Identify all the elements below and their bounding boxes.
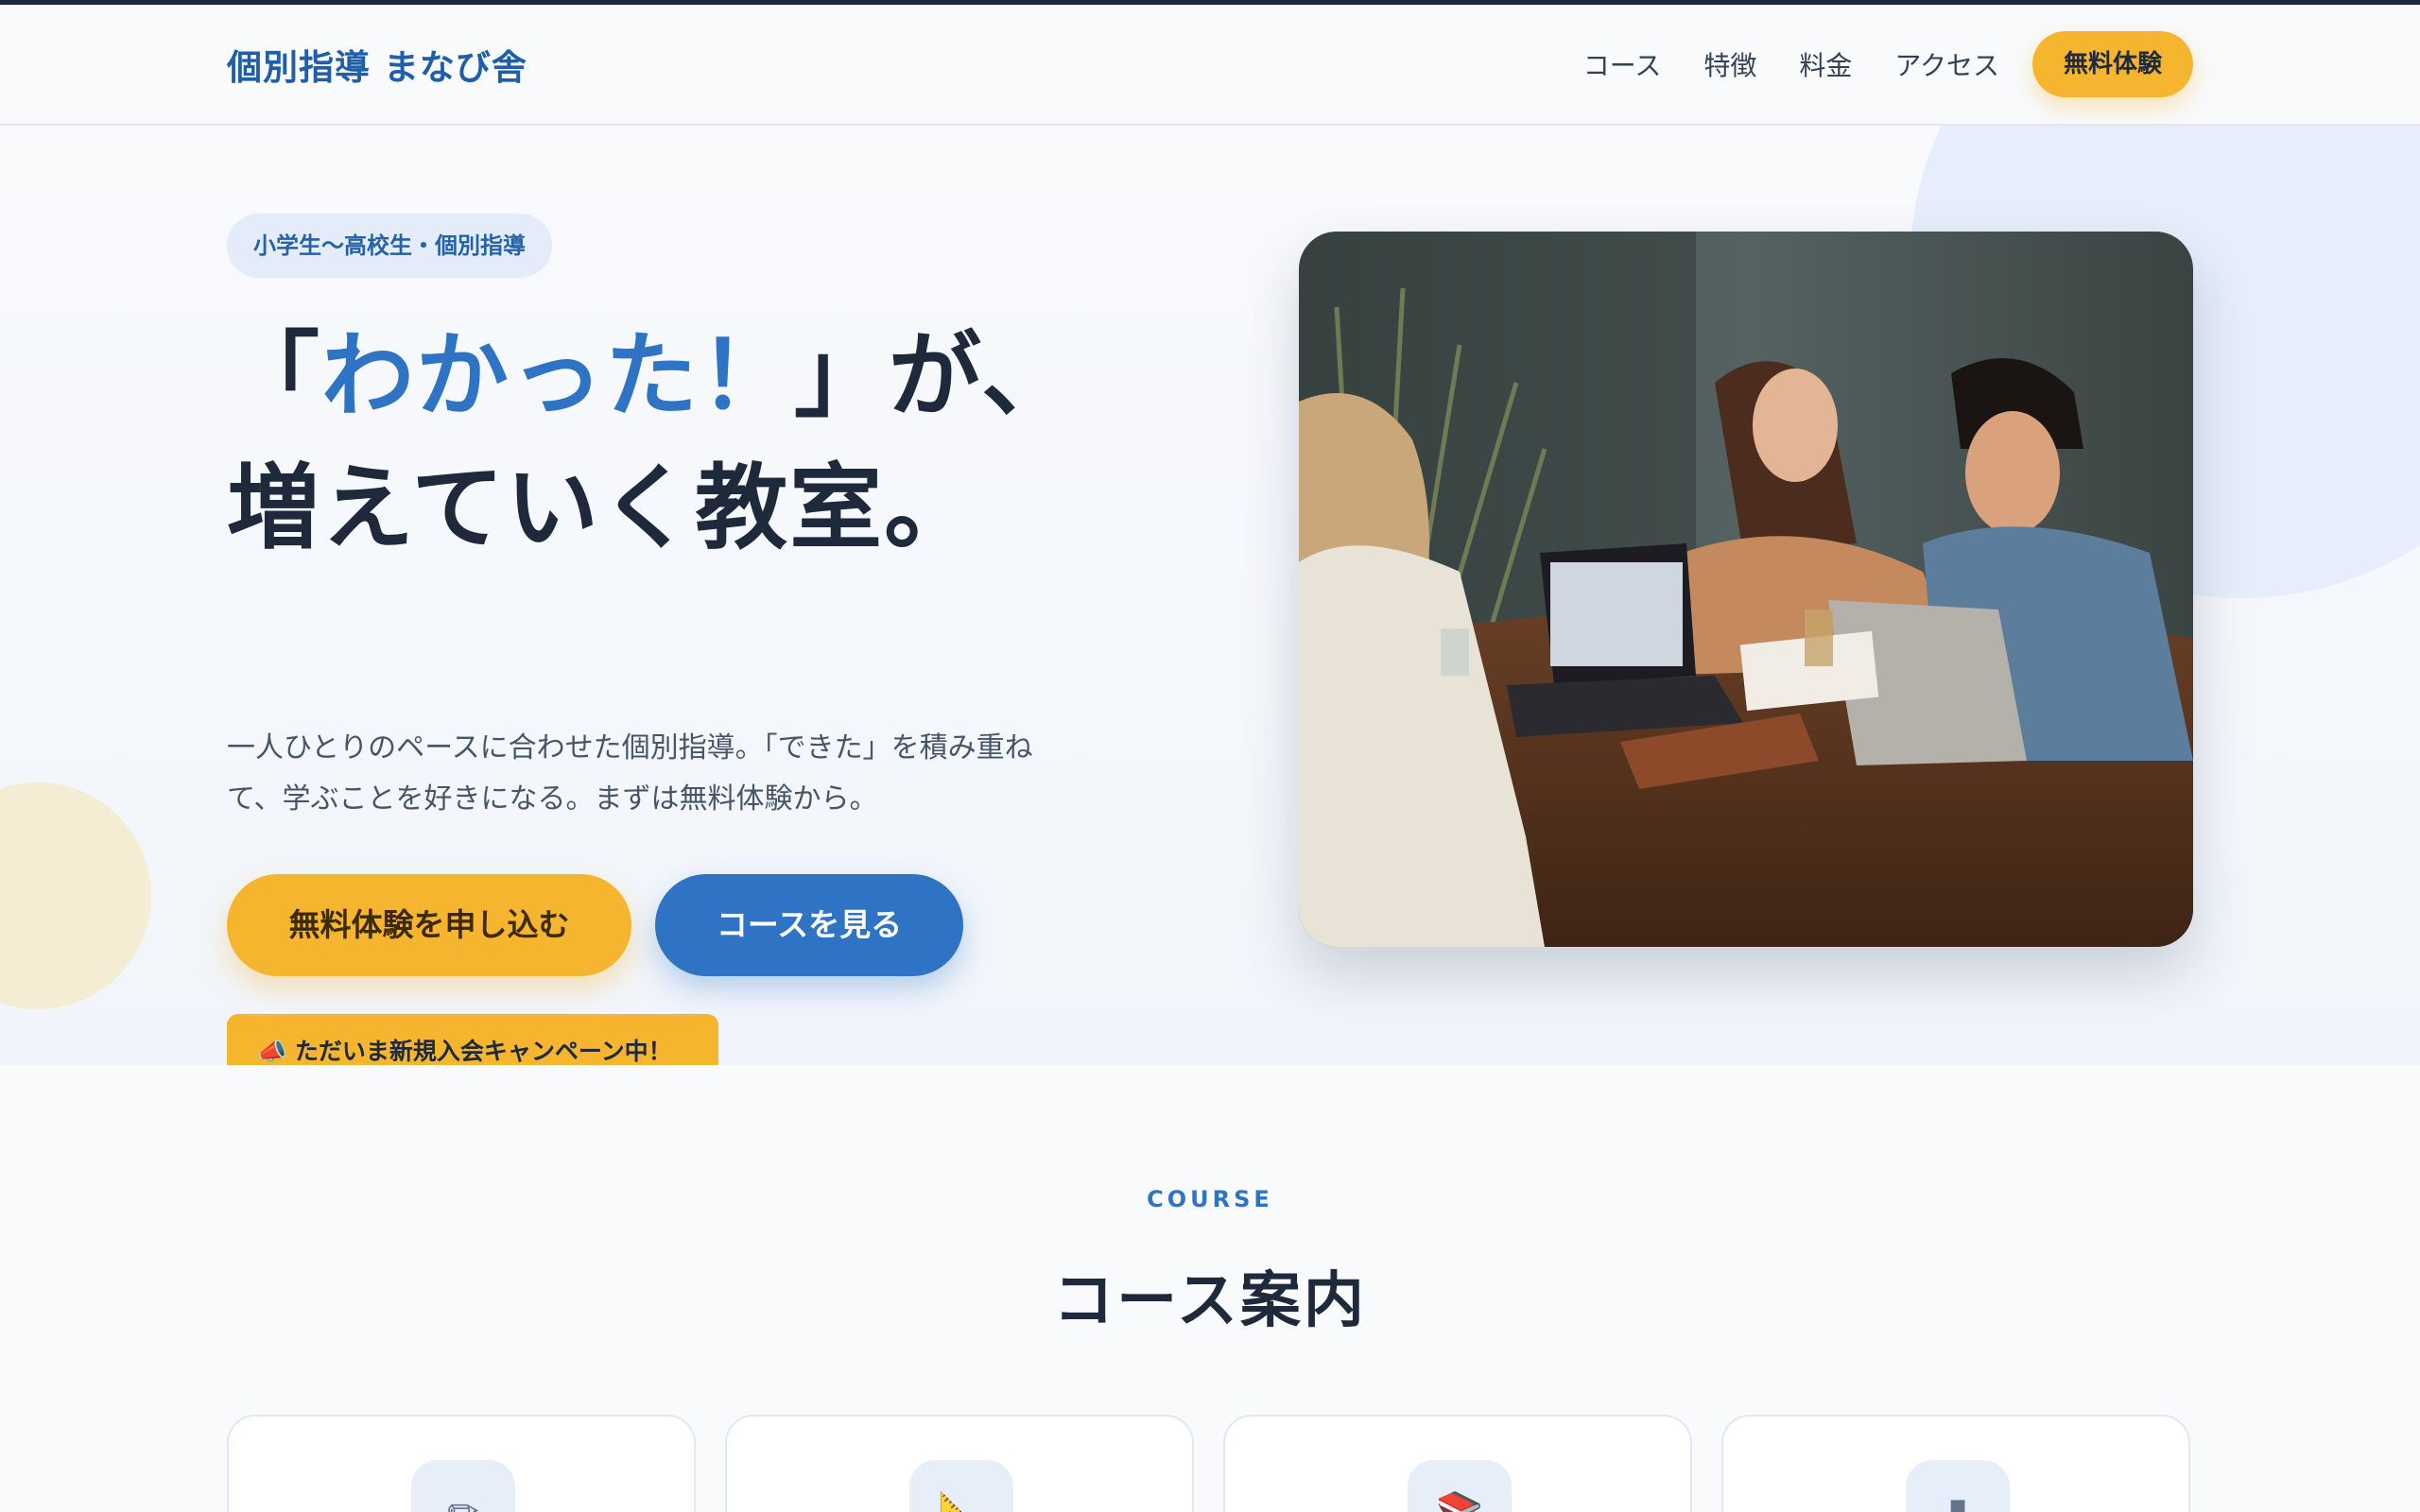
section-label: COURSE [1147,1186,1273,1212]
nav-link-features[interactable]: 特徴 [1703,45,1756,83]
campaign-banner[interactable]: 📣 ただいま新規入会キャンペーン中！ [227,1014,718,1065]
title-highlight: わかった！ [321,310,795,442]
header-trial-button[interactable]: 無料体験 [2031,31,2193,97]
section-title: コース案内 [1053,1266,1367,1336]
course-card[interactable]: 📚 [1223,1415,1692,1512]
pencil-icon: ✏ [411,1460,515,1512]
nav-link-pricing[interactable]: 料金 [1799,45,1852,83]
nav-link-access[interactable]: アクセス [1894,45,1999,83]
nav-link-course[interactable]: コース [1583,45,1662,83]
hero-lead: 一人ひとりのペースに合わせた個別指導。「できた」を積み重ねて、学ぶことを好きにな… [227,731,1033,816]
site-logo[interactable]: 個別指導 まなび舎 [227,39,527,90]
main-nav: コース 特徴 料金 アクセス 無料体験 [1541,31,2193,97]
target-badge: 小学生〜高校生・個別指導 [227,214,552,278]
apply-trial-button[interactable]: 無料体験を申し込む [227,874,631,976]
course-card[interactable]: ▮ [1721,1415,2190,1512]
title-rest: 」が、 [794,322,1077,430]
hero-photo [1299,232,2193,947]
ruler-icon: 📐 [909,1460,1013,1512]
title-line2: 増えていく教室。 [227,455,979,562]
title-bracket-open: 「 [227,322,322,430]
hero-title: 「わかった！」が、 増えていく教室。 [227,310,1076,575]
decorative-circle-yellow [0,782,151,1009]
course-card[interactable]: ✏ [227,1415,696,1512]
books-icon: 📚 [1408,1460,1512,1512]
course-card[interactable]: 📐 [725,1415,1194,1512]
view-courses-button[interactable]: コースを見る [655,874,963,976]
site-header: 個別指導 まなび舎 コース 特徴 料金 アクセス 無料体験 [0,5,2420,126]
tablet-icon: ▮ [1906,1460,2010,1512]
